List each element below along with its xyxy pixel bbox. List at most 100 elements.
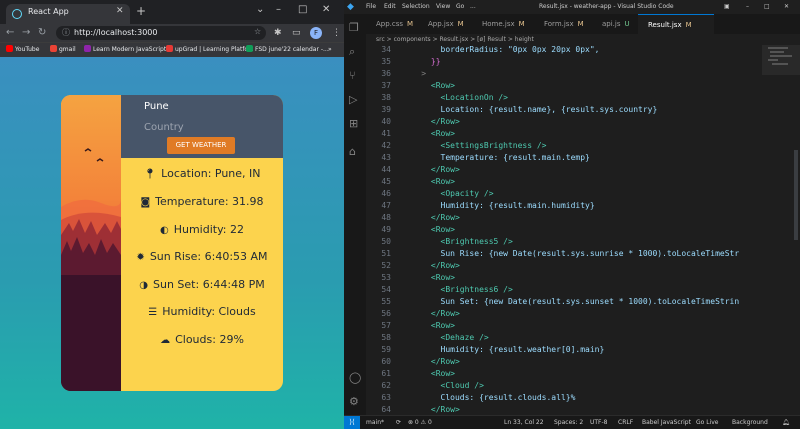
tab-home-jsx[interactable]: Home.jsx M xyxy=(472,14,542,34)
menu-edit[interactable]: Edit xyxy=(384,2,396,12)
tab-close-icon[interactable]: ✕ xyxy=(116,6,124,16)
source-control-icon[interactable]: ⑂ xyxy=(349,70,356,82)
notifications-icon[interactable]: 🔔︎ xyxy=(782,418,790,428)
city-input[interactable]: Pune xyxy=(144,101,169,112)
code-line[interactable]: Temperature: {result.main.temp} xyxy=(402,153,590,163)
new-tab-icon[interactable]: + xyxy=(136,5,146,17)
go-live-button[interactable]: Go Live xyxy=(696,418,718,428)
extensions-icon[interactable]: ✱ xyxy=(274,27,282,39)
layout-icon[interactable]: ▣ xyxy=(724,2,730,12)
code-line[interactable]: <LocationOn /> xyxy=(402,93,508,103)
search-icon[interactable]: ⌕ xyxy=(349,46,355,58)
code-editor[interactable]: 34 borderRadius: "0px 0px 20px 0px", 35 … xyxy=(366,45,786,415)
code-line[interactable]: <SettingsBrightness /> xyxy=(402,141,547,151)
bookmark-youtube[interactable]: YouTube xyxy=(6,45,39,55)
bookmark-gmail[interactable]: gmail xyxy=(50,45,76,55)
extensions-icon[interactable]: ⊞ xyxy=(349,118,358,130)
code-line[interactable]: <Row> xyxy=(402,177,455,187)
code-line[interactable]: Clouds: {result.clouds.all}% xyxy=(402,393,576,403)
code-line[interactable]: }} xyxy=(402,57,441,67)
code-line[interactable]: </Row> xyxy=(402,165,460,175)
code-line[interactable]: <Row> xyxy=(402,129,455,139)
minimize-icon[interactable]: – xyxy=(746,2,749,12)
back-icon[interactable]: ← xyxy=(6,27,14,39)
code-line[interactable]: Location: {result.name}, {result.sys.cou… xyxy=(402,105,658,115)
info-icon[interactable]: ⓘ xyxy=(62,27,70,38)
code-line[interactable]: <Opacity /> xyxy=(402,189,494,199)
remote-explorer-icon[interactable]: ⌂ xyxy=(349,146,356,158)
url-text[interactable]: http://localhost:3000 xyxy=(74,27,157,39)
code-line[interactable]: </Row> xyxy=(402,213,460,223)
code-line[interactable]: </Row> xyxy=(402,357,460,367)
bookmark-star-icon[interactable]: ☆ xyxy=(254,27,261,36)
tab-result-jsx[interactable]: Result.jsx M xyxy=(638,14,714,35)
remote-indicator-icon[interactable]: ⟩⟨ xyxy=(344,416,360,429)
code-line[interactable]: </Row> xyxy=(402,309,460,319)
line-number: 45 xyxy=(381,177,391,186)
git-branch[interactable]: main* xyxy=(366,418,384,428)
activity-bar: ❐ ⌕ ⑂ ▷ ⊞ ⌂ ◯ ⚙ xyxy=(344,14,366,415)
url-bar[interactable]: ⓘ http://localhost:3000 ☆ xyxy=(56,26,266,40)
code-line[interactable]: > xyxy=(402,69,426,79)
code-line[interactable]: Sun Set: {new Date(result.sys.sunset * 1… xyxy=(402,297,740,307)
profile-avatar[interactable]: F xyxy=(310,27,322,39)
forward-icon[interactable]: → xyxy=(22,27,30,39)
bookmark-upgrad[interactable]: upGrad | Learning Platfo... xyxy=(166,45,254,55)
code-line[interactable]: <Dehaze /> xyxy=(402,333,489,343)
code-line[interactable]: Humidity: {result.weather[0].main} xyxy=(402,345,605,355)
code-line[interactable]: <Row> xyxy=(402,81,455,91)
code-line[interactable]: <Brightness6 /> xyxy=(402,285,513,295)
browser-tab[interactable]: React App ✕ xyxy=(6,4,130,24)
line-number: 39 xyxy=(381,105,391,114)
problems-icon[interactable]: ⊗ 0 ⚠ 0 xyxy=(408,418,432,428)
country-input[interactable]: Country xyxy=(144,122,184,133)
get-weather-button[interactable]: GET WEATHER xyxy=(167,137,235,154)
code-line[interactable]: <Row> xyxy=(402,321,455,331)
code-line[interactable]: </Row> xyxy=(402,117,460,127)
code-line[interactable]: Sun Rise: {new Date(result.sys.sunrise *… xyxy=(402,249,740,259)
minimize-icon[interactable]: – xyxy=(276,4,281,16)
close-window-icon[interactable]: ✕ xyxy=(322,4,330,16)
side-panel-icon[interactable]: ▭ xyxy=(292,27,301,39)
tab-app-css[interactable]: App.css M xyxy=(366,14,426,34)
code-line[interactable]: <Row> xyxy=(402,225,455,235)
account-icon[interactable]: ◯ xyxy=(349,372,361,384)
code-line[interactable]: <Row> xyxy=(402,369,455,379)
menu-selection[interactable]: Selection xyxy=(402,2,430,12)
cursor-position[interactable]: Ln 33, Col 22 xyxy=(504,418,544,428)
encoding[interactable]: UTF-8 xyxy=(590,418,608,428)
menu-file[interactable]: File xyxy=(366,2,376,12)
sync-icon[interactable]: ⟳ xyxy=(396,418,401,428)
close-window-icon[interactable]: ✕ xyxy=(784,2,789,12)
bookmarks-overflow-icon[interactable]: » xyxy=(328,45,332,55)
bookmark-calendar[interactable]: FSD june'22 calendar -... xyxy=(246,45,329,55)
code-line[interactable]: <Row> xyxy=(402,273,455,283)
code-line[interactable]: borderRadius: "0px 0px 20px 0px", xyxy=(402,45,600,55)
code-line[interactable]: <Cloud /> xyxy=(402,381,484,391)
maximize-icon[interactable]: □ xyxy=(298,4,307,16)
tab-search-icon[interactable]: ⌄ xyxy=(256,4,264,16)
line-endings[interactable]: CRLF xyxy=(618,418,633,428)
tab-app-jsx[interactable]: App.jsx M xyxy=(418,14,480,34)
vscode-window: ◆ File Edit Selection View Go ... Result… xyxy=(344,0,800,429)
reload-icon[interactable]: ↻ xyxy=(38,27,46,39)
settings-gear-icon[interactable]: ⚙ xyxy=(349,396,359,408)
code-line[interactable]: Humidity: {result.main.humidity} xyxy=(402,201,595,211)
code-line[interactable]: </Row> xyxy=(402,405,460,415)
tab-form-jsx[interactable]: Form.jsx M xyxy=(534,14,600,34)
breadcrumb[interactable]: src > components > Result.jsx > [ø] Resu… xyxy=(366,34,800,45)
menu-view[interactable]: View xyxy=(436,2,450,12)
menu-more[interactable]: ... xyxy=(470,2,476,12)
editor-scrollbar[interactable] xyxy=(794,150,798,240)
menu-go[interactable]: Go xyxy=(456,2,464,12)
background-toggle[interactable]: Background xyxy=(732,418,768,428)
run-debug-icon[interactable]: ▷ xyxy=(349,94,357,106)
code-line[interactable]: <Brightness5 /> xyxy=(402,237,513,247)
language-mode[interactable]: Babel JavaScript xyxy=(642,418,691,428)
indentation[interactable]: Spaces: 2 xyxy=(554,418,583,428)
explorer-icon[interactable]: ❐ xyxy=(349,22,359,34)
browser-menu-icon[interactable]: ⋮ xyxy=(332,27,341,39)
maximize-icon[interactable]: □ xyxy=(764,2,770,12)
code-line[interactable]: </Row> xyxy=(402,261,460,271)
bookmark-javascript[interactable]: Learn Modern JavaScript... xyxy=(84,45,172,55)
